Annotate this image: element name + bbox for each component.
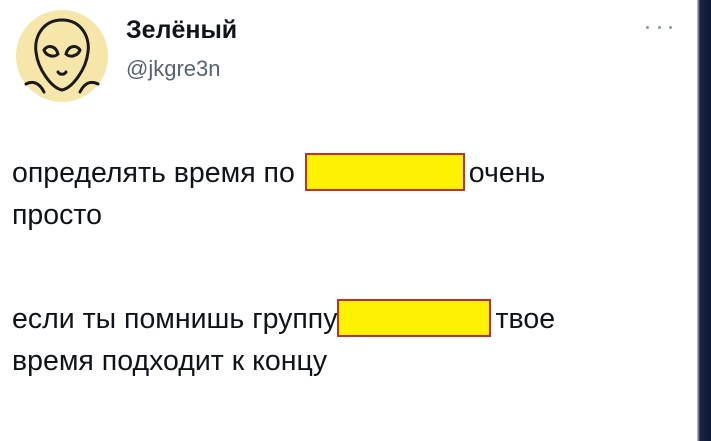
user-handle[interactable]: @jkgre3n [126,56,221,82]
tweet-paragraph-2: если ты помнишь группу твое время подходи… [12,298,555,382]
window-edge [697,0,711,441]
tweet-line: время подходит к концу [12,345,328,377]
redaction-box [304,153,465,191]
tweet-card: Зелёный @jkgre3n определять время по оче… [0,0,697,441]
tweet-text-segment: твое [495,303,556,335]
redaction-box [337,299,492,337]
tweet-line: просто [12,199,102,231]
tweet-text-segment: очень [468,157,546,189]
tweet-line: определять время по очень [12,152,545,194]
tweet-text-segment: определять время по [12,157,295,189]
avatar[interactable] [14,8,110,104]
tweet-line: если ты помнишь группу твое [12,298,555,340]
tweet-paragraph-1: определять время по очень просто [12,152,545,236]
tweet-text-segment: если ты помнишь группу [12,303,338,335]
display-name[interactable]: Зелёный [126,16,237,45]
more-horizontal-icon[interactable] [646,20,672,34]
alien-head-icon [16,10,108,102]
